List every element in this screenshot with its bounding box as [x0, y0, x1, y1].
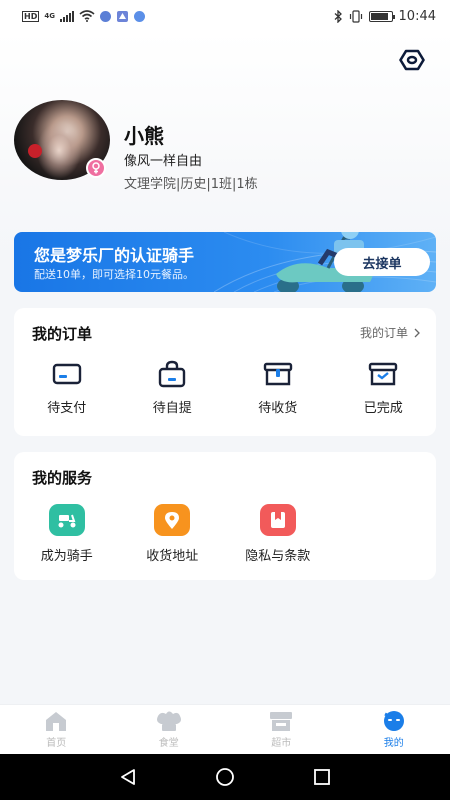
- order-status-label: 待收货: [258, 401, 298, 416]
- location-pin-icon: [154, 504, 191, 536]
- status-bar: HD 4G 10:44: [0, 0, 450, 32]
- tab-label: 首页: [46, 738, 67, 749]
- services-card: 我的服务 成为骑手 收货地址 隐私与条款: [14, 452, 436, 580]
- take-order-button[interactable]: 去接单: [334, 248, 430, 276]
- tab-home[interactable]: 首页: [0, 705, 113, 754]
- all-orders-link[interactable]: 我的订单: [360, 324, 420, 341]
- app-notification-icon: [116, 10, 128, 22]
- nickname: 小熊: [124, 124, 164, 148]
- order-status-label: 待自提: [152, 401, 192, 416]
- motto: 像风一样自由: [124, 154, 203, 169]
- order-status-pending-payment[interactable]: 待支付: [14, 360, 120, 416]
- status-right: 10:44: [334, 9, 436, 24]
- package-box-icon: [263, 360, 293, 388]
- network-type: 4G: [44, 12, 55, 20]
- wallet-card-icon: [52, 360, 82, 388]
- services-grid: 成为骑手 收货地址 隐私与条款: [14, 504, 436, 564]
- order-status-completed[interactable]: 已完成: [331, 360, 437, 416]
- chevron-right-icon: [414, 328, 420, 337]
- bottom-tab-bar: 首页 食堂 超市 我的: [0, 704, 450, 754]
- service-label: 成为骑手: [40, 549, 93, 564]
- tab-label: 食堂: [158, 738, 179, 749]
- wifi-icon: [79, 10, 95, 22]
- service-become-rider[interactable]: 成为骑手: [14, 504, 120, 564]
- system-navigation-bar: [0, 754, 450, 800]
- clock: 10:44: [398, 8, 436, 24]
- home-circle-icon: [216, 768, 234, 786]
- status-left: HD 4G: [22, 10, 145, 23]
- battery-icon: [368, 10, 395, 22]
- order-status-grid: 待支付 待自提 待收货 已完成: [14, 360, 436, 416]
- recents-button[interactable]: [307, 762, 337, 792]
- order-status-label: 已完成: [363, 401, 403, 416]
- signal-icon: [59, 10, 74, 22]
- tab-supermarket[interactable]: 超市: [225, 705, 338, 754]
- rider-banner[interactable]: 您是梦乐厂的认证骑手 配送10单，即可选择10元餐品。 去接单: [14, 232, 436, 292]
- bluetooth-icon: [334, 9, 342, 23]
- completed-box-icon: [368, 360, 398, 388]
- profile-chat-icon: [383, 711, 404, 731]
- recents-square-icon: [313, 769, 330, 785]
- orders-title: 我的订单: [32, 325, 93, 343]
- settings-hexagon-icon: [399, 49, 425, 71]
- banner-title: 您是梦乐厂的认证骑手: [34, 246, 195, 265]
- hd-indicator: HD: [22, 10, 40, 22]
- service-shipping-address[interactable]: 收货地址: [120, 504, 226, 564]
- vibrate-icon: [349, 9, 362, 23]
- service-label: 收货地址: [146, 549, 199, 564]
- order-status-to-receive[interactable]: 待收货: [225, 360, 331, 416]
- banner-subtitle: 配送10单，即可选择10元餐品。: [34, 268, 194, 281]
- service-privacy-terms[interactable]: 隐私与条款: [225, 504, 331, 564]
- settings-button[interactable]: [398, 48, 426, 72]
- service-label: 隐私与条款: [245, 549, 311, 564]
- female-icon: [86, 158, 106, 178]
- tab-me[interactable]: 我的: [338, 705, 450, 754]
- app-notification-icon: [99, 10, 111, 22]
- tab-label: 我的: [383, 738, 404, 749]
- school-info: 文理学院|历史|1班|1栋: [124, 177, 258, 192]
- profile-section: 小熊 像风一样自由 文理学院|历史|1班|1栋: [14, 100, 434, 192]
- services-title: 我的服务: [32, 469, 93, 487]
- all-orders-label: 我的订单: [359, 326, 408, 340]
- home-button[interactable]: [210, 762, 240, 792]
- home-icon: [46, 712, 67, 731]
- chef-hat-icon: [156, 711, 181, 731]
- orders-card: 我的订单 我的订单 待支付 待自提 待收货 已完成: [14, 308, 436, 436]
- order-status-pickup[interactable]: 待自提: [120, 360, 226, 416]
- scooter-icon: [48, 504, 85, 536]
- back-triangle-icon: [121, 769, 136, 785]
- order-status-label: 待支付: [47, 401, 87, 416]
- tab-canteen[interactable]: 食堂: [113, 705, 226, 754]
- app-notification-icon: [133, 10, 145, 22]
- store-icon: [270, 712, 293, 731]
- bookmark-icon: [259, 504, 296, 536]
- shopping-bag-icon: [157, 360, 187, 388]
- tab-label: 超市: [271, 738, 292, 749]
- back-button[interactable]: [113, 762, 143, 792]
